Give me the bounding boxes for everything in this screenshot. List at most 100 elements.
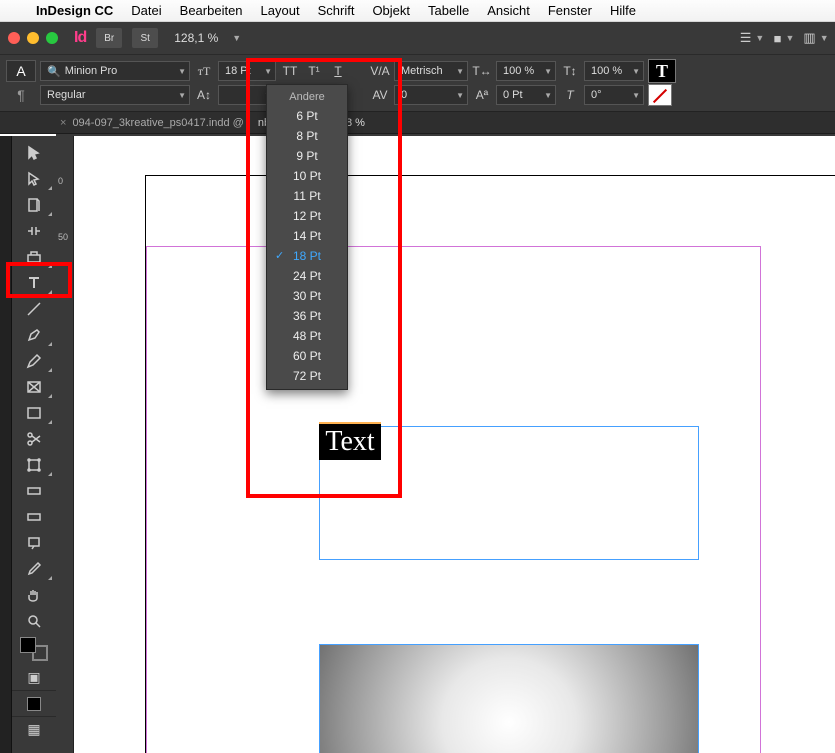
gradient-swatch-tool[interactable]	[14, 478, 54, 504]
font-size-option[interactable]: 60 Pt	[267, 346, 347, 366]
line-tool[interactable]	[14, 296, 54, 322]
font-size-combo[interactable]: 18 Pt ▼	[218, 61, 276, 81]
zoom-level[interactable]: 128,1 %	[174, 31, 218, 45]
font-family-combo[interactable]: 🔍 Minion Pro ▼	[40, 61, 190, 81]
kerning-icon: V/A	[370, 61, 390, 81]
pencil-tool[interactable]	[14, 348, 54, 374]
font-size-option[interactable]: 72 Pt	[267, 366, 347, 386]
free-transform-tool[interactable]	[14, 452, 54, 478]
menu-datei[interactable]: Datei	[131, 3, 161, 18]
bridge-button[interactable]: Br	[96, 28, 122, 48]
direct-selection-tool[interactable]	[14, 166, 54, 192]
doc-tab-1[interactable]: × 094-097_3kreative_ps0417.indd @	[60, 117, 244, 129]
hscale-icon: T↔	[472, 61, 492, 81]
gradient-feather-tool[interactable]	[14, 504, 54, 530]
selection-tool[interactable]	[14, 140, 54, 166]
allcaps-icon[interactable]: TT	[280, 61, 300, 81]
ruler-v-tick: 50	[58, 232, 68, 242]
baseline-value: 0 Pt	[503, 89, 523, 101]
scissors-tool[interactable]	[14, 426, 54, 452]
font-family-value: Minion Pro	[65, 65, 118, 77]
menu-bearbeiten[interactable]: Bearbeiten	[180, 3, 243, 18]
content-collector-tool[interactable]	[14, 244, 54, 270]
vscale-combo[interactable]: 100 % ▼	[584, 61, 644, 81]
pen-tool[interactable]	[14, 322, 54, 348]
hscale-value: 100 %	[503, 65, 534, 77]
font-size-option[interactable]: 9 Pt	[267, 146, 347, 166]
character-format-toggle[interactable]: A	[6, 60, 36, 82]
zoom-dropdown-icon[interactable]: ▼	[232, 33, 241, 43]
view-mode-toggle[interactable]: ▦	[12, 716, 56, 742]
no-fill-icon[interactable]	[648, 84, 672, 106]
image-frame[interactable]	[319, 644, 699, 753]
font-size-option[interactable]: 12 Pt	[267, 206, 347, 226]
superscript-icon[interactable]: T¹	[304, 61, 324, 81]
placed-photo	[320, 645, 698, 753]
menu-ansicht[interactable]: Ansicht	[487, 3, 530, 18]
zoom-tool[interactable]	[14, 608, 54, 634]
page-tool[interactable]	[14, 192, 54, 218]
arrange-icon[interactable]: ▥▼	[805, 29, 827, 47]
ruler-vertical[interactable]: 050	[56, 136, 74, 753]
control-panel: A 🔍 Minion Pro ▼ ᴛT 18 Pt ▼ TT T¹ T V/A …	[0, 54, 835, 112]
screen-mode-icon[interactable]: ■▼	[773, 29, 795, 47]
font-style-combo[interactable]: Regular ▼	[40, 85, 190, 105]
kerning-combo[interactable]: Metrisch ▼	[394, 61, 468, 81]
indesign-logo-icon: Id	[74, 29, 86, 47]
default-fill-stroke[interactable]	[12, 690, 56, 716]
skew-combo[interactable]: 0° ▼	[584, 85, 644, 105]
eyedropper-tool[interactable]	[14, 556, 54, 582]
canvas[interactable]: 050 Text	[56, 136, 835, 753]
font-size-icon: ᴛT	[194, 61, 214, 81]
menu-app[interactable]: InDesign CC	[36, 3, 113, 18]
fill-stroke-swatch[interactable]	[14, 634, 54, 664]
font-size-option[interactable]: 8 Pt	[267, 126, 347, 146]
minimize-window-button[interactable]	[27, 32, 39, 44]
font-size-dd-header[interactable]: Andere	[267, 88, 347, 106]
baseline-combo[interactable]: 0 Pt ▼	[496, 85, 556, 105]
hand-tool[interactable]	[14, 582, 54, 608]
font-size-option[interactable]: 6 Pt	[267, 106, 347, 126]
stock-button[interactable]: St	[132, 28, 158, 48]
color-apply-container[interactable]: ▣	[14, 664, 54, 690]
close-tab-icon[interactable]: ×	[60, 117, 66, 129]
tracking-combo[interactable]: 0 ▼	[394, 85, 468, 105]
font-size-option[interactable]: 18 Pt	[267, 246, 347, 266]
document-tabs: × 094-097_3kreative_ps0417.indd @ nbenan…	[0, 112, 835, 134]
menu-schrift[interactable]: Schrift	[318, 3, 355, 18]
font-size-value: 18 Pt	[225, 65, 251, 77]
skew-icon: T	[560, 85, 580, 105]
font-size-option[interactable]: 24 Pt	[267, 266, 347, 286]
note-tool[interactable]	[14, 530, 54, 556]
selected-text[interactable]: Text	[319, 422, 381, 460]
font-size-option[interactable]: 36 Pt	[267, 306, 347, 326]
underline-icon[interactable]: T	[328, 61, 348, 81]
font-size-dropdown[interactable]: Andere 6 Pt8 Pt9 Pt10 Pt11 Pt12 Pt14 Pt1…	[266, 84, 348, 390]
menu-hilfe[interactable]: Hilfe	[610, 3, 636, 18]
vscale-value: 100 %	[591, 65, 622, 77]
hscale-combo[interactable]: 100 % ▼	[496, 61, 556, 81]
gap-tool[interactable]	[14, 218, 54, 244]
font-size-option[interactable]: 48 Pt	[267, 326, 347, 346]
close-window-button[interactable]	[8, 32, 20, 44]
menu-tabelle[interactable]: Tabelle	[428, 3, 469, 18]
menu-fenster[interactable]: Fenster	[548, 3, 592, 18]
rectangle-frame-tool[interactable]	[14, 374, 54, 400]
font-size-option[interactable]: 14 Pt	[267, 226, 347, 246]
menu-layout[interactable]: Layout	[261, 3, 300, 18]
zoom-window-button[interactable]	[46, 32, 58, 44]
rectangle-tool[interactable]	[14, 400, 54, 426]
skew-value: 0°	[591, 89, 602, 101]
font-size-option[interactable]: 10 Pt	[267, 166, 347, 186]
left-dock	[0, 136, 12, 753]
font-size-option[interactable]: 11 Pt	[267, 186, 347, 206]
font-size-option[interactable]: 30 Pt	[267, 286, 347, 306]
app-top-bar: Id Br St 128,1 % ▼ ☰▼ ■▼ ▥▼	[0, 22, 835, 54]
menu-objekt[interactable]: Objekt	[372, 3, 410, 18]
paragraph-format-toggle[interactable]: ¶	[6, 87, 36, 103]
window-controls	[8, 32, 58, 44]
character-fill-icon[interactable]: T	[648, 59, 676, 83]
font-style-value: Regular	[47, 89, 86, 101]
type-tool[interactable]	[14, 270, 54, 296]
view-options-icon[interactable]: ☰▼	[741, 29, 763, 47]
